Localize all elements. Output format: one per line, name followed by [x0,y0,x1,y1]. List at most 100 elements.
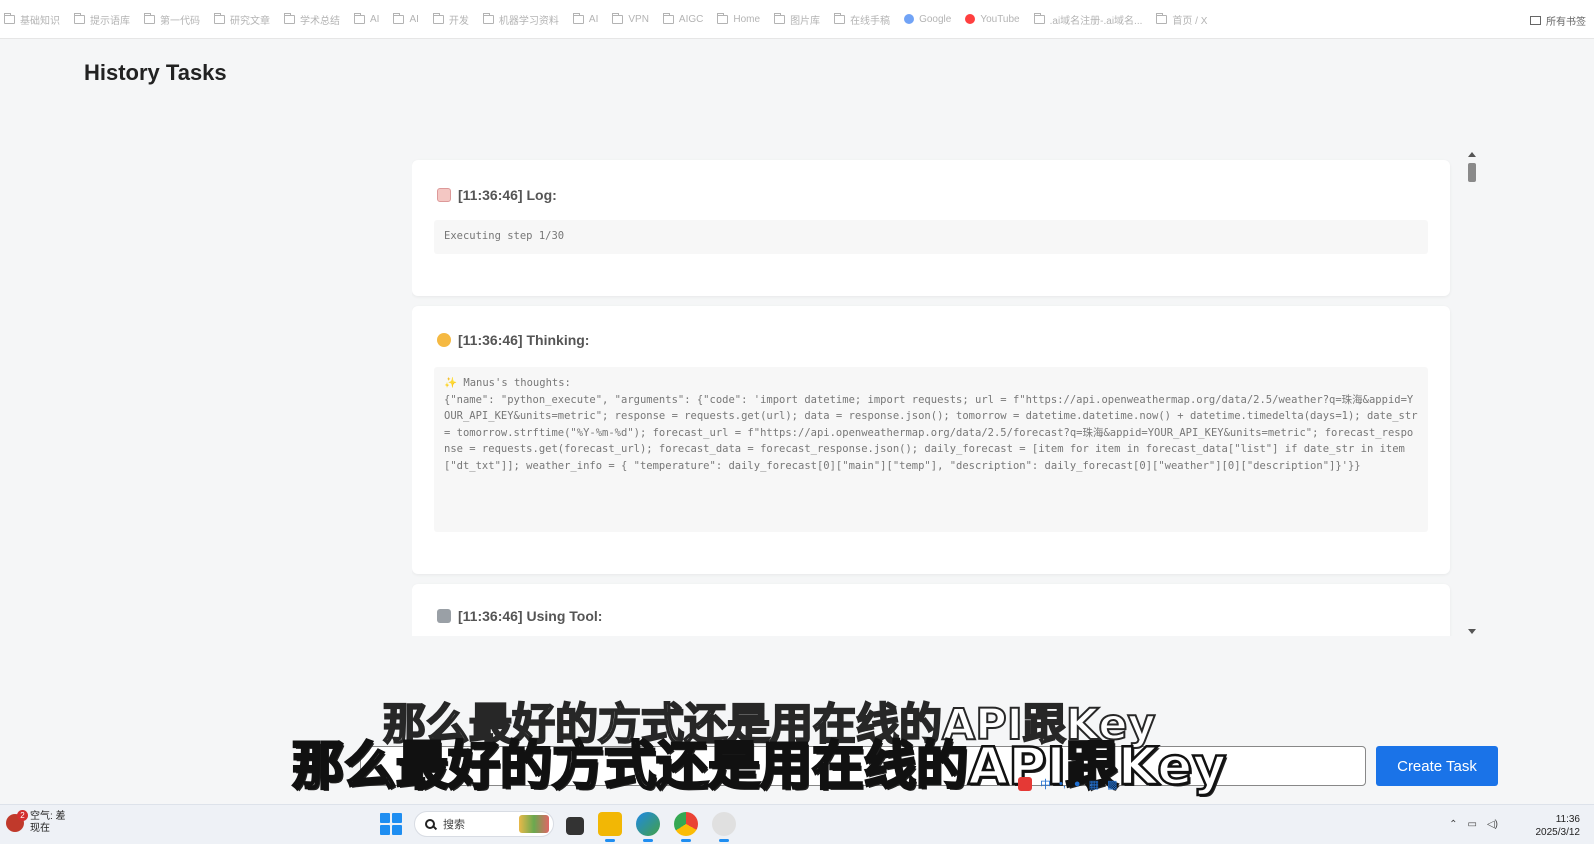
bookmark-label: 首页 / X [1172,15,1208,27]
thinking-card: [11:36:46] Thinking: ✨ Manus's thoughts:… [412,306,1450,574]
app-icon[interactable] [712,812,736,842]
clock-time: 11:36 [1555,814,1580,825]
folder-icon [662,12,674,24]
all-bookmarks-button[interactable]: 所有书签 [1530,13,1586,28]
network-icon[interactable]: ▭ [1468,819,1477,830]
bookmark-item[interactable]: 图片库 [774,12,820,27]
weather-sub: 现在 [30,823,50,834]
bookmark-label: 基础知识 [20,15,60,27]
bookmark-item[interactable]: 提示语库 [74,12,130,27]
apps-grid-icon[interactable]: ▩ [1107,778,1117,791]
microphone-icon[interactable]: ● [1074,778,1081,790]
card-header: [11:36:46] Using Tool: [437,608,602,624]
search-label: 搜索 [443,819,465,831]
bookmark-item[interactable]: 开发 [432,12,469,27]
bookmark-label: AIGC [678,13,704,25]
bookmark-label: Home [733,13,761,25]
bookmark-label: .ai域名注册-.ai域名... [1049,15,1143,27]
bookmark-item[interactable]: .ai域名注册-.ai域名... [1033,12,1143,27]
folder-icon [284,12,295,24]
task-view-icon[interactable] [566,816,584,835]
keyboard-icon[interactable]: ▦ [1089,778,1099,791]
edge-browser-icon[interactable] [636,812,660,842]
bookmark-item[interactable]: 研究文章 [214,12,270,27]
bookmark-label: AI [409,13,419,25]
card-timestamp: [11:36:46] Log: [458,187,557,203]
folder-icon [717,12,729,24]
bookmark-label: 在线手稿 [850,15,891,27]
bookmark-label: 机器学习资料 [498,15,559,27]
bookmark-item[interactable]: AIGC [662,12,704,25]
scroll-down-arrow-icon[interactable] [1468,629,1476,634]
bookmark-item[interactable]: 在线手稿 [834,12,890,27]
bookmark-item[interactable]: 首页 / X [1156,12,1207,27]
bookmark-item[interactable]: VPN [612,12,649,25]
folder-icon [4,12,15,24]
page-title: History Tasks [84,60,227,85]
weather-label: 空气: 差 [30,811,66,822]
system-tray: ⌃ ▭ ◁) [1439,819,1498,830]
scroll-up-arrow-icon[interactable] [1468,152,1476,157]
punctuation-icon[interactable]: •, [1059,778,1066,790]
all-bookmarks-label: 所有书签 [1546,17,1586,28]
volume-icon[interactable]: ◁) [1487,819,1498,830]
bookmark-label: Google [919,13,952,25]
weather-widget[interactable]: 2 空气: 差 现在 [6,810,66,835]
taskbar: 2 空气: 差 现在 搜索 ⌃ ▭ ◁) 11:36 2025/3/12 [0,804,1594,844]
bookmark-label: 图片库 [790,15,821,27]
folder-icon [572,12,584,24]
bookmark-label: 第一代码 [160,15,200,27]
bookmark-label: YouTube [980,13,1020,25]
bookmarks-bar: 基础知识 提示语库 第一代码 研究文章 学术总结 AI AI 开发 机器学习资料 AI VPN AIG… [0,0,1594,39]
weather-icon: 2 [6,810,28,832]
bookmark-item[interactable]: YouTube [965,13,1020,25]
bookmark-label: 开发 [448,15,469,27]
folder-icon [774,12,786,24]
tray-app-icon[interactable]: ⌃ [1449,819,1457,830]
bookmark-item[interactable]: AI [354,12,379,25]
bookmark-label: 提示语库 [90,15,130,27]
folder-icon [144,12,155,24]
youtube-icon [965,14,976,24]
bookmark-item[interactable]: AI [393,12,419,25]
history-scroll-area[interactable]: [11:36:46] Log: Executing step 1/30 [11:… [412,150,1464,636]
file-explorer-icon[interactable] [598,812,622,842]
chrome-browser-icon[interactable] [674,812,698,842]
search-highlight-image [519,815,549,833]
bookmark-item[interactable]: 基础知识 [4,12,60,27]
system-clock[interactable]: 11:36 2025/3/12 [1536,813,1581,839]
card-header: [11:36:46] Thinking: [437,332,589,348]
ime-language-label[interactable]: 中 [1040,776,1051,792]
ime-logo-icon [1018,777,1032,791]
search-icon [425,819,435,829]
folder-icon [214,12,225,24]
bookmark-item[interactable]: 机器学习资料 [482,12,559,27]
folder-icon [432,12,444,24]
clock-date: 2025/3/12 [1535,827,1581,838]
folder-icon [74,12,85,24]
google-icon [904,14,915,24]
bookmark-item[interactable]: Google [904,14,951,25]
thinking-content: ✨ Manus's thoughts: {"name": "python_exe… [434,367,1428,532]
folder-icon [1530,16,1541,25]
card-timestamp: [11:36:46] Using Tool: [458,608,603,624]
bookmark-item[interactable]: 第一代码 [144,12,200,27]
bookmark-label: VPN [628,13,649,25]
windows-start-icon[interactable] [380,813,402,835]
create-task-button[interactable]: Create Task [1376,746,1498,786]
folder-icon [834,12,846,24]
bookmark-item[interactable]: AI [572,12,598,25]
taskbar-apps: 搜索 [380,811,750,842]
history-scrollbar[interactable] [1466,150,1478,636]
scrollbar-thumb[interactable] [1468,163,1476,182]
log-content: Executing step 1/30 [434,220,1428,254]
taskbar-search[interactable]: 搜索 [414,811,554,837]
bookmark-item[interactable]: 学术总结 [284,12,340,27]
bookmark-label: 研究文章 [230,15,270,27]
card-header: [11:36:46] Log: [437,187,557,203]
bookmark-item[interactable]: Home [717,12,761,25]
folder-icon [393,12,405,24]
ime-toolbar[interactable]: 中 •, ● ▦ ▩ [1018,776,1125,792]
folder-icon [1156,12,1168,24]
thinking-face-emoji-icon [437,333,451,347]
